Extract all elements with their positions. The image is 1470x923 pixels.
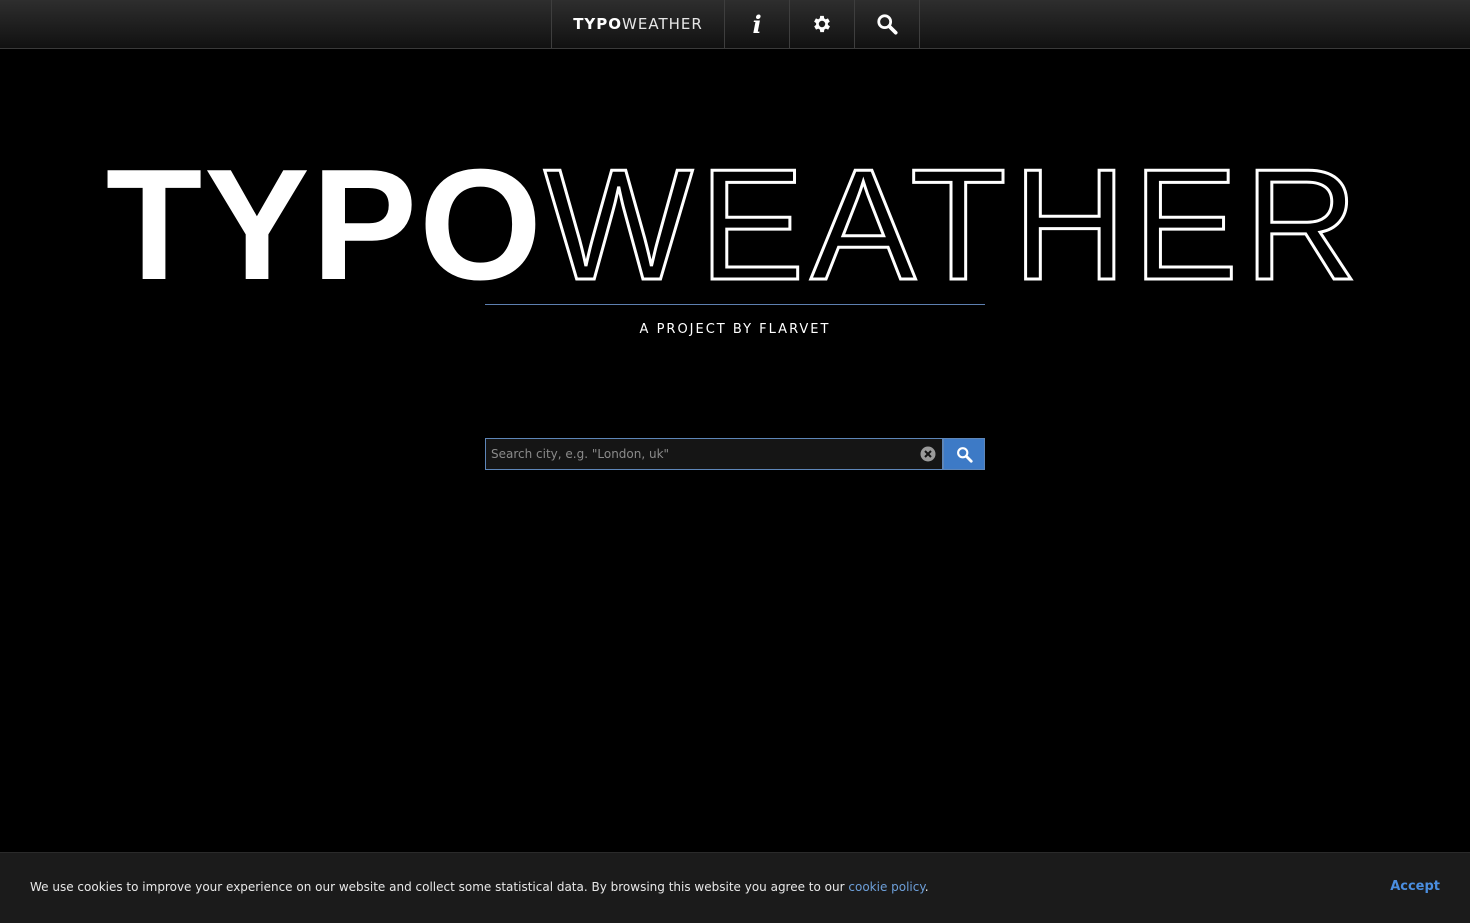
cookie-message: We use cookies to improve your experienc… [30, 880, 929, 894]
brand-logo-link[interactable]: TYPO WEATHER [552, 0, 725, 48]
nav-menu: TYPO WEATHER i [551, 0, 920, 48]
search-field-container [485, 438, 943, 470]
search-icon [956, 446, 973, 463]
gear-icon [814, 15, 830, 33]
hero-title-thin: WEATHER [542, 137, 1365, 313]
cookie-text: We use cookies to improve your experienc… [30, 880, 849, 894]
cookie-policy-link[interactable]: cookie policy [848, 880, 924, 894]
search-icon [877, 14, 898, 35]
info-button[interactable]: i [725, 0, 790, 48]
settings-button[interactable] [790, 0, 855, 48]
brand-bold-text: TYPO [573, 15, 623, 33]
hero-title-bold: TYPO [105, 137, 544, 313]
top-navbar: TYPO WEATHER i [0, 0, 1470, 49]
brand-light-text: WEATHER [622, 15, 703, 33]
cookie-banner: We use cookies to improve your experienc… [0, 852, 1470, 923]
cookie-trailing: . [924, 880, 929, 894]
hero-title: TYPOWEATHER [0, 137, 1470, 313]
hero-divider [485, 304, 985, 305]
search-nav-button[interactable] [855, 0, 920, 48]
city-search-form [485, 438, 985, 470]
accept-cookies-button[interactable]: Accept [1390, 879, 1440, 894]
info-icon: i [752, 9, 762, 39]
city-search-input[interactable] [486, 439, 942, 469]
clear-icon[interactable] [920, 446, 936, 462]
hero-subtitle: A PROJECT BY FLARVET [639, 322, 831, 337]
search-submit-button[interactable] [943, 438, 985, 470]
